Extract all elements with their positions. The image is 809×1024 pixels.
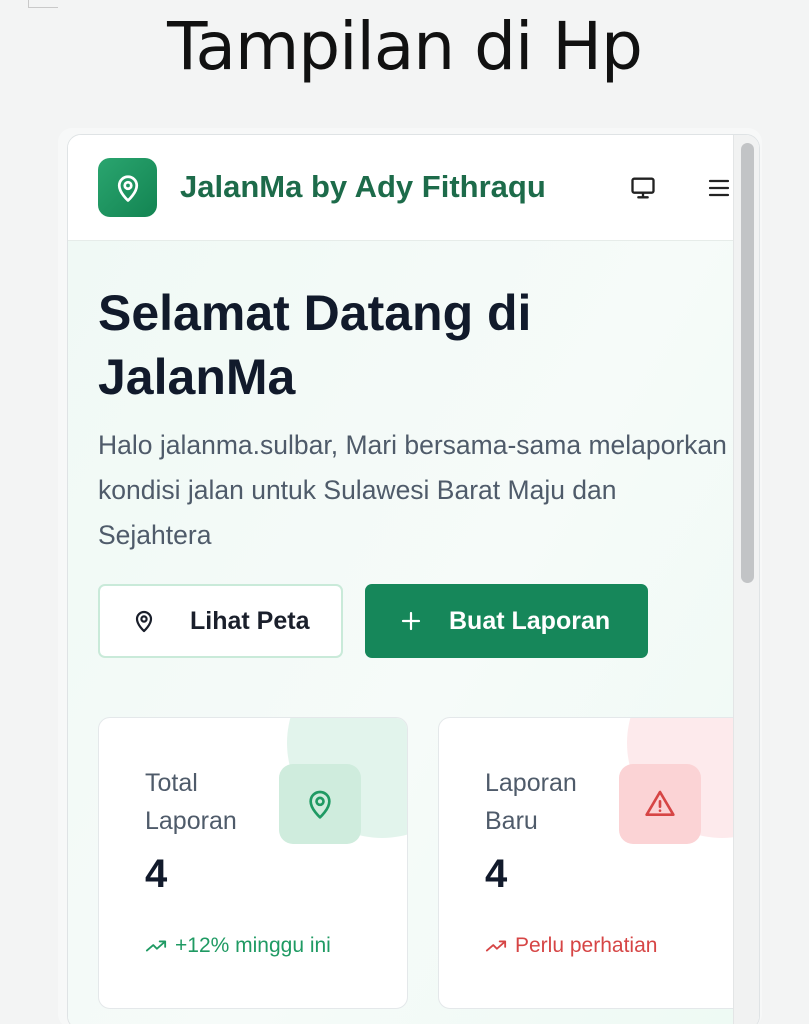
scrollbar[interactable] <box>733 135 759 1024</box>
map-pin-icon <box>135 610 153 633</box>
create-report-button[interactable]: Buat Laporan <box>365 584 648 658</box>
scrollbar-thumb[interactable] <box>741 143 754 583</box>
stat-icon-wrap <box>619 764 701 844</box>
trending-up-icon <box>485 940 507 952</box>
hero-subtitle: Halo jalanma.sulbar, Mari bersama-sama m… <box>98 430 727 550</box>
stat-label: Total Laporan <box>145 769 237 835</box>
stat-label: Laporan Baru <box>485 769 577 835</box>
menu-icon[interactable] <box>706 176 732 200</box>
stat-card-new[interactable]: Laporan Baru 4 Perlu perhatian <box>438 717 748 1009</box>
stat-note: +12% minggu ini <box>145 934 331 958</box>
map-pin-icon <box>117 174 138 202</box>
view-map-label: Lihat Peta <box>190 606 310 635</box>
app-logo[interactable] <box>98 158 157 217</box>
stat-icon-wrap <box>279 764 361 844</box>
stat-note-text: Perlu perhatian <box>515 934 658 957</box>
monitor-icon[interactable] <box>628 174 658 202</box>
view-map-button[interactable]: Lihat Peta <box>98 584 343 658</box>
stat-note: Perlu perhatian <box>485 934 657 958</box>
warning-icon <box>645 790 675 816</box>
corner-mark <box>28 0 58 8</box>
hero-title: Selamat Datang di JalanMa <box>98 285 532 405</box>
stat-value: 4 <box>485 852 508 896</box>
create-report-label: Buat Laporan <box>449 606 611 635</box>
trending-up-icon <box>145 940 167 952</box>
page-caption: Tampilan di Hp <box>167 8 643 85</box>
stat-card-total[interactable]: Total Laporan 4 +12% minggu ini <box>98 717 408 1009</box>
phone-frame: JalanMa by Ady Fithraqu Selamat Datang d… <box>67 134 760 1024</box>
stat-note-text: +12% minggu ini <box>175 934 331 957</box>
hero-section: Selamat Datang di JalanMa Halo jalanma.s… <box>68 241 748 1024</box>
stat-value: 4 <box>145 852 168 896</box>
brand-name[interactable]: JalanMa by Ady Fithraqu <box>180 169 546 205</box>
map-pin-icon <box>309 790 331 819</box>
plus-icon <box>401 611 421 631</box>
app-header: JalanMa by Ady Fithraqu <box>68 135 735 241</box>
